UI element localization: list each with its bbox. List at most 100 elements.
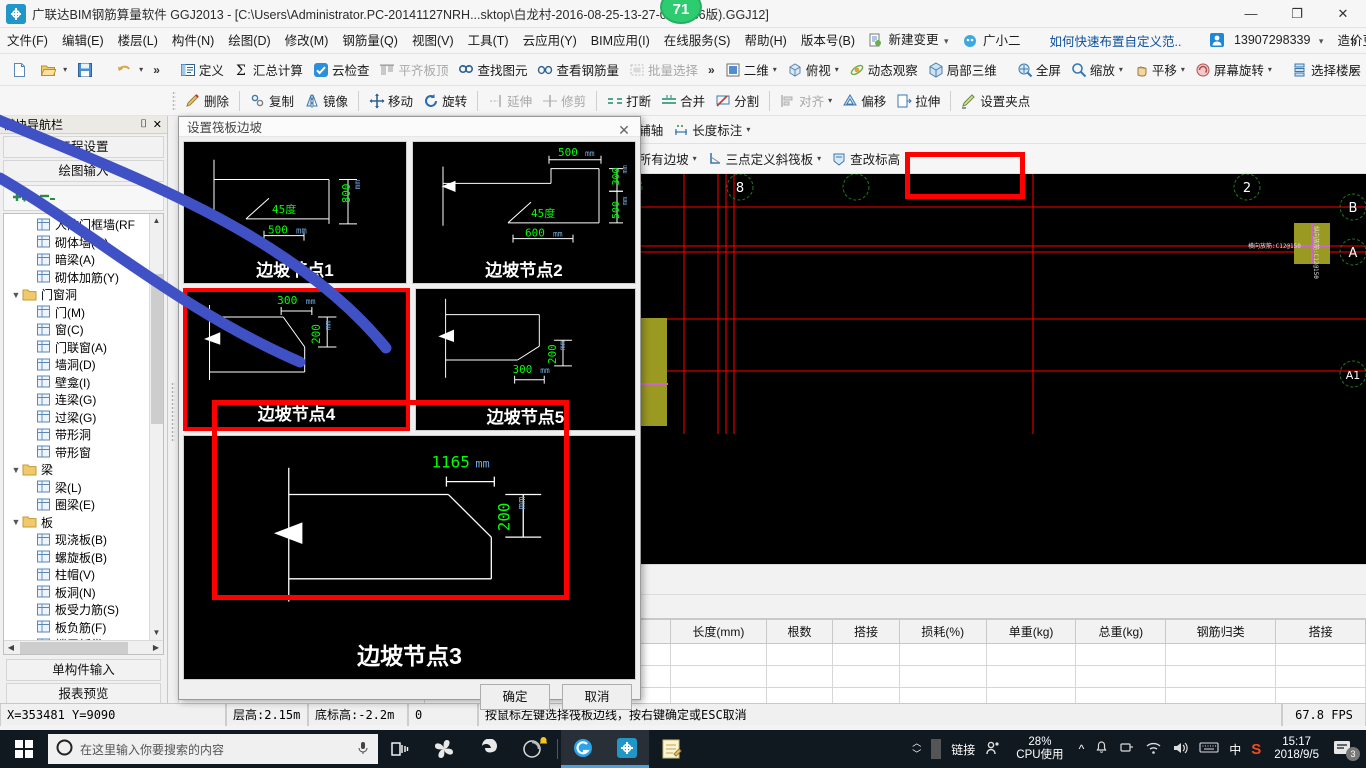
dialog-ok-button[interactable]: 确定 (480, 684, 550, 710)
main-toolbar-overflow[interactable]: » (1345, 63, 1362, 77)
vertical-splitter[interactable] (168, 116, 178, 708)
tree-item-4[interactable]: ▼ 门窗洞 (6, 286, 149, 304)
sogou-icon[interactable]: S (1246, 741, 1266, 758)
align-caret-icon[interactable]: ▾ (828, 96, 832, 105)
table-cell[interactable] (832, 643, 900, 666)
view-2d-caret-icon[interactable]: ▾ (773, 65, 777, 74)
table-cell[interactable] (670, 665, 767, 688)
ime-indicator[interactable]: 中 (1224, 741, 1246, 758)
tree-item-0[interactable]: 人防门框墙(RF (6, 216, 149, 234)
tree-item-12[interactable]: 带形洞 (6, 426, 149, 444)
copy-button[interactable]: 复制 (245, 88, 299, 114)
table-column-header[interactable]: 钢筋归类 (1165, 619, 1277, 644)
usb-icon[interactable] (1114, 740, 1140, 758)
screen-rotate-button[interactable]: 屏幕旋转 ▾ (1190, 57, 1277, 83)
extend-button[interactable]: 延伸 (483, 88, 537, 114)
menu-item-floor[interactable]: 楼层(L) (111, 28, 165, 54)
table-cell[interactable] (985, 665, 1077, 688)
screen-rotate-caret-icon[interactable]: ▾ (1268, 65, 1272, 74)
dialog-cancel-button[interactable]: 取消 (562, 684, 632, 710)
tree-item-11[interactable]: 过梁(G) (6, 409, 149, 427)
table-column-header[interactable]: 搭接 (1275, 619, 1366, 644)
table-cell[interactable] (985, 643, 1077, 666)
notification-center-button[interactable]: 3 (1327, 739, 1362, 761)
menu-item-view[interactable]: 视图(V) (405, 28, 461, 54)
wifi-icon[interactable] (1140, 741, 1167, 758)
set-grip-button[interactable]: 设置夹点 (956, 88, 1035, 114)
align-slab-top-button[interactable]: 平齐板顶 (374, 57, 453, 83)
glodon-app-icon[interactable] (605, 730, 649, 768)
break-button[interactable]: 打断 (602, 88, 656, 114)
define-button[interactable]: 定义 (175, 57, 229, 83)
menu-item-edit[interactable]: 编辑(E) (55, 28, 111, 54)
tree-item-15[interactable]: 梁(L) (6, 479, 149, 497)
tray-expand-arrows[interactable]: ︿ ﹀ (907, 738, 926, 760)
check-elevation-button[interactable]: 查改标高 (826, 146, 905, 172)
app-onenote-icon[interactable] (422, 730, 466, 768)
table-cell[interactable] (898, 665, 987, 688)
bell-tray-icon[interactable] (1089, 740, 1114, 758)
table-column-header[interactable]: 总重(kg) (1075, 619, 1167, 644)
table-column-header[interactable]: 单重(kg) (985, 619, 1077, 644)
tree-item-6[interactable]: 窗(C) (6, 321, 149, 339)
mic-icon[interactable] (356, 740, 370, 759)
notes-icon[interactable] (649, 730, 693, 768)
menu-item-rebar[interactable]: 钢筋量(Q) (335, 28, 405, 54)
horizontal-scroll-thumb[interactable] (20, 642, 128, 654)
toolbar-overflow-1-icon[interactable]: » (148, 63, 165, 77)
table-column-header[interactable]: 搭接 (832, 619, 900, 644)
expand-all-icon[interactable] (10, 190, 28, 207)
tray-link-label[interactable]: 链接 (946, 741, 980, 758)
tree-item-22[interactable]: 板受力筋(S) (6, 601, 149, 619)
batch-select-button[interactable]: 批量选择 (624, 57, 703, 83)
tree-item-16[interactable]: 圈梁(E) (6, 496, 149, 514)
tree-item-17[interactable]: ▼ 板 (6, 514, 149, 532)
tree-item-14[interactable]: ▼ 梁 (6, 461, 149, 479)
zoom-caret-icon[interactable]: ▾ (1119, 65, 1123, 74)
slope-node-option-5[interactable]: 300 mm 200 mm 边坡节点5 (415, 288, 636, 431)
open-file-button[interactable]: ▾ (35, 57, 72, 83)
tree-item-20[interactable]: 柱帽(V) (6, 566, 149, 584)
tree-item-3[interactable]: 砌体加筋(Y) (6, 269, 149, 287)
menu-item-component[interactable]: 构件(N) (165, 28, 221, 54)
tree-item-1[interactable]: 砌体墙(Q) (6, 234, 149, 252)
people-icon[interactable] (980, 740, 1006, 759)
rotate-button[interactable]: 旋转 (418, 88, 472, 114)
maximize-button[interactable]: ❐ (1274, 0, 1320, 28)
scroll-left-arrow-icon[interactable]: ◀ (4, 641, 18, 654)
length-dimension-button[interactable]: 长度标注 ▾ (668, 117, 755, 143)
cloud-check-button[interactable]: 云检查 (308, 57, 375, 83)
save-button[interactable] (72, 57, 101, 83)
scroll-up-arrow-icon[interactable]: ▲ (150, 214, 163, 228)
table-cell[interactable] (1275, 665, 1366, 688)
menu-item-bim[interactable]: BIM应用(I) (584, 28, 657, 54)
tree-item-13[interactable]: 带形窗 (6, 444, 149, 462)
table-cell[interactable] (765, 665, 834, 688)
local-3d-button[interactable]: 局部三维 (923, 57, 1002, 83)
taskbar-search[interactable]: 在这里输入你要搜索的内容 (48, 734, 378, 764)
dialog-close-icon[interactable]: ✕ (614, 120, 634, 140)
merge-button[interactable]: 合并 (656, 88, 710, 114)
edit-toolbar-grip[interactable] (172, 90, 176, 111)
table-cell[interactable] (1275, 643, 1366, 666)
tree-item-18[interactable]: 现浇板(B) (6, 531, 149, 549)
volume-icon[interactable] (1167, 741, 1194, 758)
menu-overflow[interactable]: » (1345, 34, 1362, 48)
tree-item-23[interactable]: 板负筋(F) (6, 619, 149, 637)
edge-icon[interactable] (466, 730, 510, 768)
minimize-button[interactable]: — (1228, 0, 1274, 28)
slope-node-option-4[interactable]: 300 mm 200 mm 边坡节点4 (183, 288, 410, 431)
three-point-raft-button[interactable]: 三点定义斜筏板 ▾ (702, 146, 827, 172)
tree-item-2[interactable]: 暗梁(A) (6, 251, 149, 269)
menu-item-modify[interactable]: 修改(M) (278, 28, 336, 54)
find-element-button[interactable]: 查找图元 (453, 57, 532, 83)
delete-button[interactable]: 删除 (180, 88, 234, 114)
close-button[interactable]: ✕ (1320, 0, 1366, 28)
collapse-all-icon[interactable] (38, 190, 56, 207)
keyboard-icon[interactable] (1194, 741, 1224, 757)
report-preview-button[interactable]: 报表预览 (6, 683, 161, 705)
summary-calc-button[interactable]: Σ 汇总计算 (229, 57, 308, 83)
tree-item-8[interactable]: 墙洞(D) (6, 356, 149, 374)
tree-item-5[interactable]: 门(M) (6, 304, 149, 322)
menu-item-file[interactable]: 文件(F) (0, 28, 55, 54)
